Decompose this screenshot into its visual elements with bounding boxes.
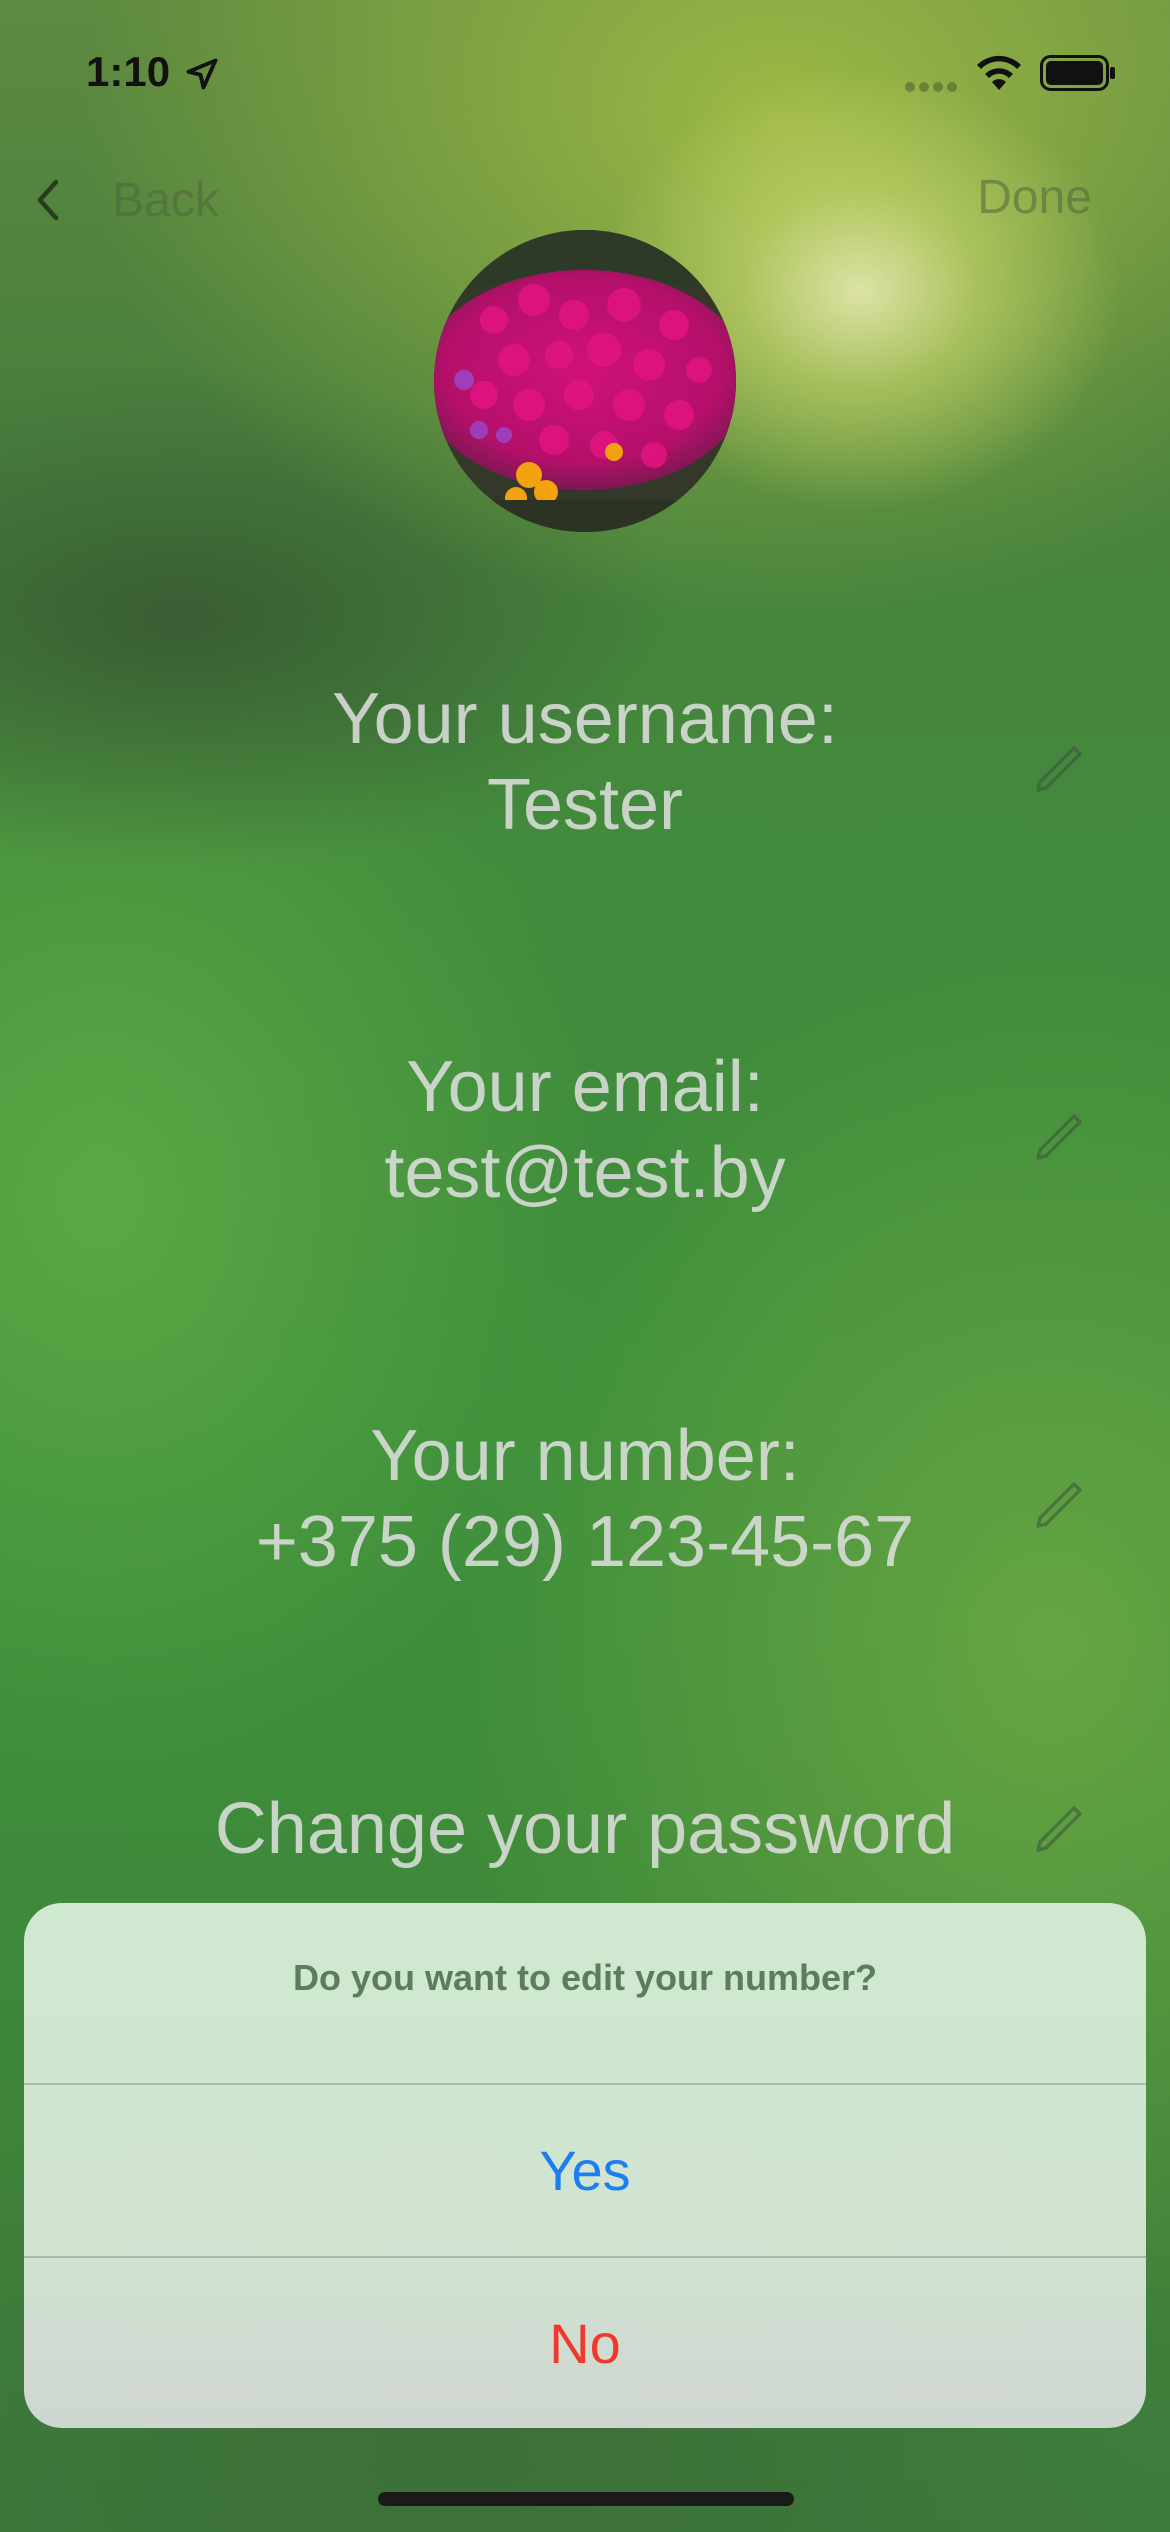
back-button[interactable]: Back	[30, 160, 219, 240]
cellular-signal-icon	[905, 82, 957, 92]
profile-screen: 1:10 Back Done Your username: Tester You…	[0, 0, 1170, 2532]
avatar[interactable]	[434, 230, 736, 532]
email-label: Your email:	[406, 1047, 764, 1127]
username-value: Tester	[486, 765, 684, 845]
yes-button[interactable]: Yes	[24, 2085, 1146, 2258]
username-field: Your username: Tester	[0, 676, 1170, 848]
chevron-left-icon	[37, 179, 59, 221]
edit-number-pencil-icon[interactable]	[1032, 1478, 1086, 1532]
done-button[interactable]: Done	[977, 162, 1092, 232]
password-label: Change your password	[214, 1789, 956, 1869]
edit-number-action-sheet: Do you want to edit your number? Yes No	[24, 1903, 1146, 2428]
status-time: 1:10	[86, 48, 171, 95]
avatar-flowers-image	[434, 230, 736, 532]
password-field[interactable]: Change your password	[0, 1786, 1170, 1872]
status-bar: 1:10	[0, 0, 1170, 140]
number-label: Your number:	[370, 1416, 800, 1496]
wifi-icon	[977, 55, 1021, 90]
number-field: Your number: +375 (29) 123-45-67	[0, 1413, 1170, 1585]
username-label: Your username:	[332, 679, 838, 759]
number-value: +375 (29) 123-45-67	[255, 1502, 915, 1582]
back-label: Back	[112, 173, 219, 227]
email-field: Your email: test@test.by	[0, 1044, 1170, 1216]
edit-password-pencil-icon[interactable]	[1032, 1802, 1086, 1856]
edit-username-pencil-icon[interactable]	[1032, 742, 1086, 796]
email-value: test@test.by	[384, 1133, 786, 1213]
no-button[interactable]: No	[24, 2258, 1146, 2428]
home-indicator[interactable]	[378, 2492, 794, 2506]
location-arrow-icon	[186, 58, 218, 90]
action-sheet-title: Do you want to edit your number?	[24, 1903, 1146, 2085]
battery-icon	[1040, 55, 1115, 91]
edit-email-pencil-icon[interactable]	[1032, 1110, 1086, 1164]
